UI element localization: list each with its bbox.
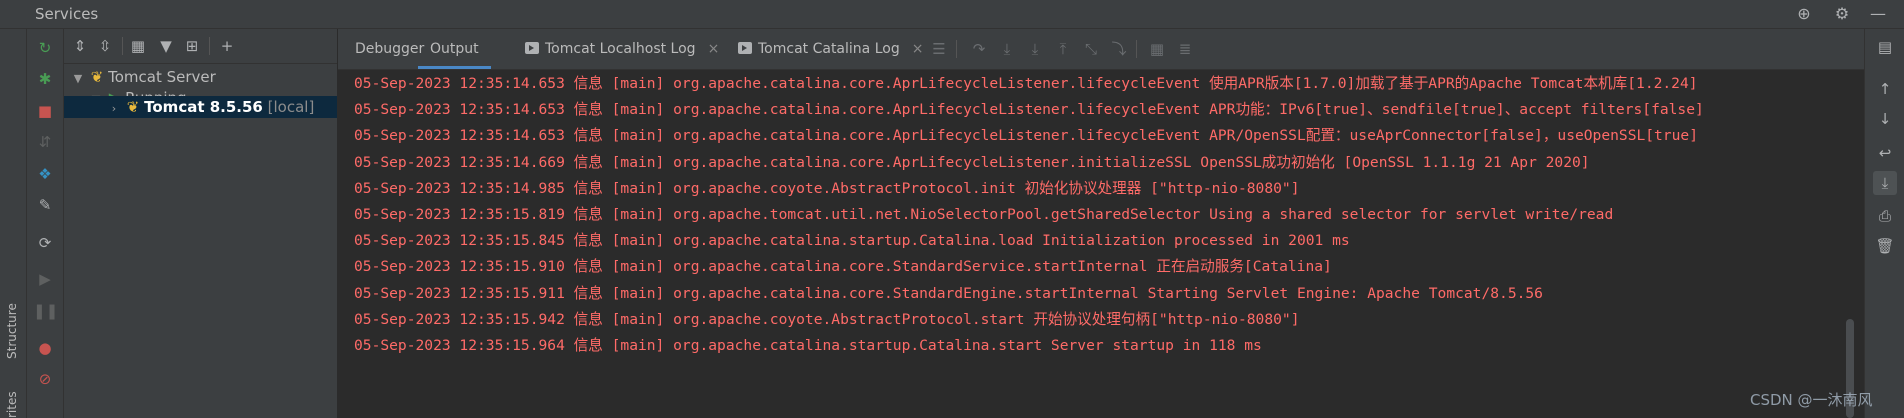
close-icon[interactable]: × xyxy=(708,41,720,57)
filter-icon[interactable]: ▼ xyxy=(155,35,177,57)
run-to-cursor-icon[interactable]: ⤵ xyxy=(1108,38,1130,60)
force-step-into-icon[interactable]: ⤓ xyxy=(1024,38,1046,60)
trace-stream-icon[interactable]: ≣ xyxy=(1174,38,1196,60)
deploy-icon[interactable]: ⇵ xyxy=(33,130,57,154)
expand-all-icon[interactable]: ⇕ xyxy=(69,35,91,57)
log-line: 05-Sep-2023 12:35:15.964 信息 [main] org.a… xyxy=(354,336,1262,354)
gear-icon[interactable]: ⚙ xyxy=(1832,4,1852,24)
tab-label: Tomcat Localhost Log xyxy=(545,41,696,57)
refresh-icon[interactable]: ⟳ xyxy=(33,231,57,255)
toolbar-separator xyxy=(209,37,210,55)
add-service-icon[interactable]: + xyxy=(216,35,238,57)
title-bar: Services ⊕ ⚙ — xyxy=(0,0,1904,29)
debug-icon[interactable]: ✱ xyxy=(33,67,57,91)
pause-icon[interactable]: ❚❚ xyxy=(33,299,58,323)
tomcat-icon: ❦ xyxy=(90,68,104,86)
console-icon xyxy=(738,42,752,54)
left-tool-strip: Structure rites xyxy=(0,29,27,418)
step-out-icon[interactable]: ⤒ xyxy=(1052,38,1074,60)
tab-tomcat-localhost-log[interactable]: Tomcat Localhost Log × xyxy=(525,29,719,69)
tab-debugger[interactable]: Debugger xyxy=(355,29,424,69)
log-line: 05-Sep-2023 12:35:15.911 信息 [main] org.a… xyxy=(354,284,1543,302)
tab-label: Output xyxy=(430,41,479,57)
console-icon xyxy=(525,42,539,54)
log-line: 05-Sep-2023 12:35:15.819 信息 [main] org.a… xyxy=(354,205,1614,223)
toolbar-separator xyxy=(1136,40,1137,58)
log-line: 05-Sep-2023 12:35:14.653 信息 [main] org.a… xyxy=(354,75,1698,92)
new-group-icon[interactable]: ⊞ xyxy=(181,35,203,57)
log-line: 05-Sep-2023 12:35:14.653 信息 [main] org.a… xyxy=(354,127,1698,145)
tree-node-label: Tomcat 8.5.56 xyxy=(144,98,263,116)
tree-node-suffix: [local] xyxy=(267,98,315,116)
collapse-all-icon[interactable]: ⇳ xyxy=(94,35,116,57)
drop-frame-icon[interactable]: ⤡ xyxy=(1080,38,1102,60)
tab-label: Tomcat Catalina Log xyxy=(758,41,900,57)
tree-node-label: Tomcat Server xyxy=(108,68,216,86)
menu-icon[interactable]: ☰ xyxy=(928,38,950,60)
toolbar-separator xyxy=(956,40,957,58)
console-output[interactable]: 05-Sep-2023 12:35:14.653 信息 [main] org.a… xyxy=(354,71,1844,417)
scroll-to-end-icon[interactable]: ⤓ xyxy=(1873,171,1897,195)
tree-toolbar: ⇕ ⇳ ▦ ▼ ⊞ + xyxy=(64,29,337,64)
toolbar-separator xyxy=(122,37,123,55)
evaluate-expression-icon[interactable]: ▦ xyxy=(1146,38,1168,60)
log-line: 05-Sep-2023 12:35:15.910 信息 [main] org.a… xyxy=(354,258,1332,276)
step-into-icon[interactable]: ⤓ xyxy=(996,38,1018,60)
log-line: 05-Sep-2023 12:35:15.845 信息 [main] org.a… xyxy=(354,232,1350,250)
console-panel: Debugger Output Tomcat Localhost Log × To… xyxy=(338,29,1864,418)
watermark: CSDN @一沐南风 xyxy=(1750,391,1873,409)
tomcat-icon: ❦ xyxy=(126,98,140,116)
services-actions-toolbar: ↻ ✱ ■ ⇵ ❖ ✎ ⟳ ▶ ❚❚ ● ⊘ xyxy=(27,29,64,418)
console-side-toolbar: ▤ ↑ ↓ ↩ ⤓ ⎙ 🗑 xyxy=(1864,29,1904,418)
tab-output[interactable]: Output xyxy=(418,29,491,69)
close-icon[interactable]: × xyxy=(912,41,924,57)
minimize-icon[interactable]: — xyxy=(1868,4,1888,24)
mute-breakpoints-icon[interactable]: ⊘ xyxy=(33,367,57,391)
tree-node-tomcat-server[interactable]: ▼ ❦ Tomcat Server xyxy=(64,66,216,88)
favorites-tab[interactable]: rites xyxy=(5,391,19,418)
log-line: 05-Sep-2023 12:35:14.985 信息 [main] org.a… xyxy=(354,179,1300,197)
print-icon[interactable]: ⎙ xyxy=(1873,204,1897,228)
tree-node-tomcat-instance[interactable]: › ❦ Tomcat 8.5.56 [local] xyxy=(64,96,337,118)
rerun-icon[interactable]: ↻ xyxy=(33,36,57,60)
log-line: 05-Sep-2023 12:35:14.669 信息 [main] org.a… xyxy=(354,153,1590,171)
services-tree-panel: ⇕ ⇳ ▦ ▼ ⊞ + ▼ ❦ Tomcat Server ▼ ▶ Runnin… xyxy=(64,29,338,418)
tab-tomcat-catalina-log[interactable]: Tomcat Catalina Log × xyxy=(738,29,923,69)
console-tab-bar: Debugger Output Tomcat Localhost Log × To… xyxy=(338,29,1864,70)
log-line: 05-Sep-2023 12:35:14.653 信息 [main] org.a… xyxy=(354,101,1704,119)
crosshair-icon[interactable]: ⊕ xyxy=(1794,4,1814,24)
tab-label: Debugger xyxy=(355,41,425,57)
artifacts-icon[interactable]: ❖ xyxy=(33,162,57,186)
structure-tab[interactable]: Structure xyxy=(5,303,19,359)
stop-icon[interactable]: ■ xyxy=(33,99,57,123)
window-title: Services xyxy=(35,5,99,23)
wrench-icon[interactable]: ✎ xyxy=(33,193,57,217)
layout-icon[interactable]: ▤ xyxy=(1873,35,1897,59)
up-arrow-icon[interactable]: ↑ xyxy=(1873,77,1897,101)
step-over-icon[interactable]: ↷ xyxy=(968,38,990,60)
log-line: 05-Sep-2023 12:35:15.942 信息 [main] org.a… xyxy=(354,310,1300,328)
down-arrow-icon[interactable]: ↓ xyxy=(1873,107,1897,131)
trash-icon[interactable]: 🗑 xyxy=(1873,234,1897,258)
breakpoints-icon[interactable]: ● xyxy=(33,336,57,360)
group-by-icon[interactable]: ▦ xyxy=(127,35,149,57)
resume-icon[interactable]: ▶ xyxy=(33,267,57,291)
chevron-right-icon[interactable]: › xyxy=(106,98,122,120)
soft-wrap-icon[interactable]: ↩ xyxy=(1873,141,1897,165)
